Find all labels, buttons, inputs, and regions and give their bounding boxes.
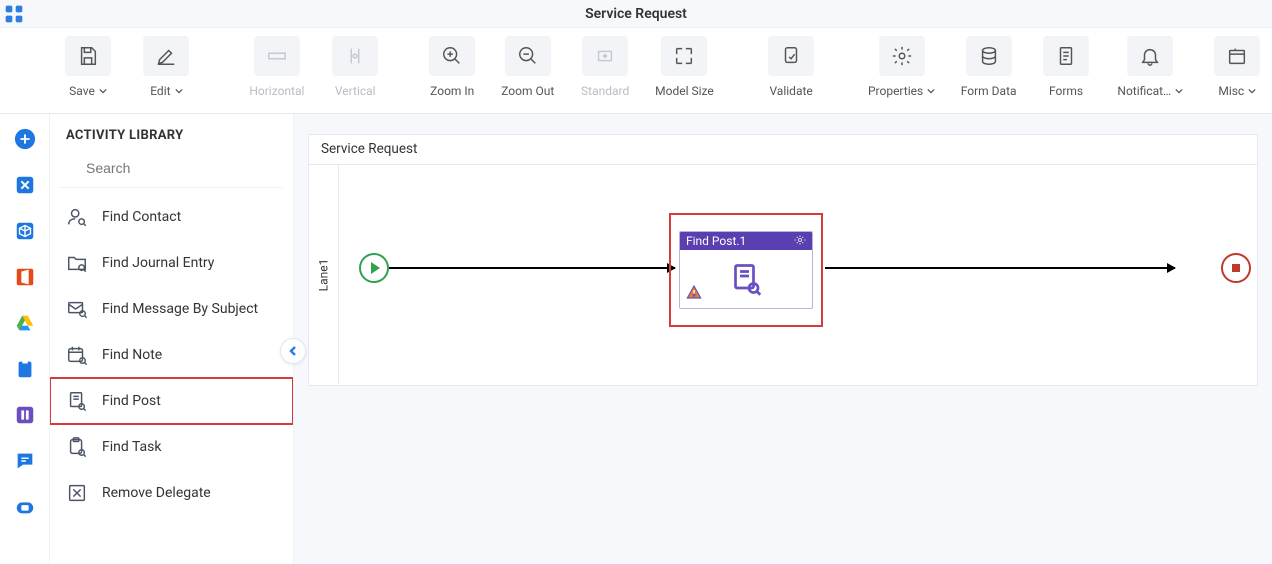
sequence-flow[interactable] (389, 267, 675, 269)
zoom-in-icon (429, 36, 475, 76)
side-rail (0, 114, 50, 564)
model-size-icon (661, 36, 707, 76)
library-item-label: Find Note (102, 347, 162, 363)
library-item-label: Find Contact (102, 209, 181, 225)
library-heading: ACTIVITY LIBRARY (50, 114, 293, 153)
activity-node[interactable]: Find Post.1 (679, 231, 813, 309)
collapse-panel-button[interactable] (280, 338, 306, 364)
edit-button[interactable]: Edit (128, 36, 205, 98)
remove-box-icon (66, 482, 88, 504)
lane-body[interactable]: Find Post.1 (339, 165, 1257, 385)
edit-icon (143, 36, 189, 76)
rail-pause-icon[interactable] (10, 400, 40, 430)
library-item-find-task[interactable]: Find Task (50, 424, 293, 470)
mail-search-icon (66, 298, 88, 320)
standard-zoom-button: Standard (571, 36, 638, 98)
lane-label[interactable]: Lane1 (309, 165, 339, 385)
vertical-button: Vertical (323, 36, 387, 98)
rail-cube-icon[interactable] (10, 216, 40, 246)
form-data-button[interactable]: Form Data (951, 36, 1026, 98)
activity-gear-icon[interactable] (794, 234, 806, 249)
database-icon (966, 36, 1012, 76)
gear-icon (879, 36, 925, 76)
library-search[interactable] (60, 153, 283, 188)
library-item-label: Find Task (102, 439, 162, 455)
library-item-find-journal[interactable]: Find Journal Entry (50, 240, 293, 286)
page-title: Service Request (585, 6, 687, 22)
library-item-label: Find Journal Entry (102, 255, 214, 271)
activity-node-highlight: Find Post.1 (669, 213, 823, 327)
activity-header: Find Post.1 (680, 232, 812, 250)
forms-icon (1043, 36, 1089, 76)
library-item-find-post[interactable]: Find Post (50, 378, 293, 424)
save-button[interactable]: Save (56, 36, 120, 98)
notifications-button[interactable]: Notificat… (1106, 36, 1195, 98)
zoom-out-icon (505, 36, 551, 76)
forms-button[interactable]: Forms (1034, 36, 1098, 98)
process-card: Service Request Lane1 Find Post.1 (308, 134, 1258, 386)
activity-library-panel: ACTIVITY LIBRARY Find Contact Find Journ… (50, 114, 294, 564)
process-title: Service Request (309, 135, 1257, 165)
misc-button[interactable]: Misc (1203, 36, 1272, 98)
end-node[interactable] (1221, 253, 1251, 283)
bell-icon (1127, 36, 1173, 76)
rail-add-icon[interactable] (10, 124, 40, 154)
zoom-in-button[interactable]: Zoom In (420, 36, 484, 98)
app-logo-icon[interactable] (0, 0, 28, 28)
library-item-find-note[interactable]: Find Note (50, 332, 293, 378)
validate-button[interactable]: Validate (755, 36, 826, 98)
editor-toolbar: Save Edit Horizontal Vertical Zoom In Zo… (0, 28, 1272, 114)
folder-search-icon (66, 252, 88, 274)
calendar-search-icon (66, 344, 88, 366)
save-icon (65, 36, 111, 76)
library-item-find-contact[interactable]: Find Contact (50, 194, 293, 240)
clipboard-search-icon (66, 436, 88, 458)
zoom-out-button[interactable]: Zoom Out (492, 36, 563, 98)
canvas-area[interactable]: Service Request Lane1 Find Post.1 (294, 114, 1272, 564)
rail-clipboard-icon[interactable] (10, 354, 40, 384)
properties-button[interactable]: Properties (860, 36, 943, 98)
chevron-left-icon (288, 346, 298, 356)
library-item-remove-delegate[interactable]: Remove Delegate (50, 470, 293, 516)
library-item-find-message[interactable]: Find Message By Subject (50, 286, 293, 332)
sequence-flow[interactable] (825, 267, 1175, 269)
model-size-button[interactable]: Model Size (647, 36, 722, 98)
doc-search-icon (728, 261, 764, 297)
search-input[interactable] (86, 160, 267, 176)
library-item-label: Find Message By Subject (102, 301, 258, 317)
rail-video-icon[interactable] (10, 492, 40, 522)
library-item-label: Remove Delegate (102, 485, 211, 501)
warning-icon (686, 284, 702, 304)
horizontal-icon (254, 36, 300, 76)
start-node[interactable] (359, 253, 389, 283)
library-list: Find Contact Find Journal Entry Find Mes… (50, 188, 293, 564)
standard-icon (582, 36, 628, 76)
validate-icon (768, 36, 814, 76)
horizontal-button: Horizontal (238, 36, 315, 98)
rail-office-icon[interactable] (10, 262, 40, 292)
pool: Lane1 Find Post.1 (309, 165, 1257, 385)
rail-exchange-icon[interactable] (10, 170, 40, 200)
vertical-icon (332, 36, 378, 76)
main-area: ACTIVITY LIBRARY Find Contact Find Journ… (0, 114, 1272, 564)
rail-chat-icon[interactable] (10, 446, 40, 476)
library-item-label: Find Post (102, 393, 161, 409)
activity-body (680, 250, 812, 308)
misc-icon (1214, 36, 1260, 76)
activity-title: Find Post.1 (686, 234, 746, 248)
app-header: Service Request (0, 0, 1272, 28)
contact-search-icon (66, 206, 88, 228)
doc-search-icon (66, 390, 88, 412)
rail-drive-icon[interactable] (10, 308, 40, 338)
